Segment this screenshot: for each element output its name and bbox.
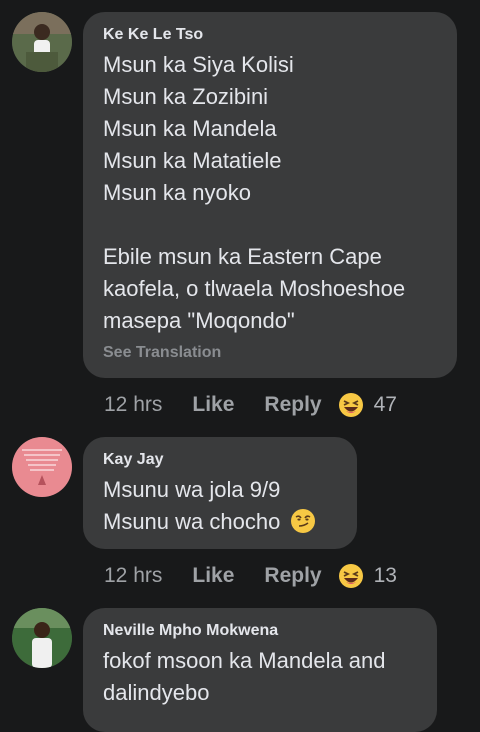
- reaction-count[interactable]: 47: [374, 393, 397, 417]
- comment-line: masepa "Moqondo": [103, 308, 295, 333]
- comment-line: kaofela, o tlwaela Moshoeshoe: [103, 276, 406, 301]
- comment-bubble: Ke Ke Le Tso Msun ka Siya Kolisi Msun ka…: [83, 12, 457, 378]
- comment-line: Msunu wa chocho: [103, 509, 281, 534]
- profile-photo: [12, 437, 72, 497]
- smirk-emoji-icon: [291, 509, 316, 534]
- avatar[interactable]: [12, 12, 72, 72]
- comment-author[interactable]: Neville Mpho Mokwena: [103, 621, 417, 641]
- profile-photo: [12, 608, 72, 668]
- comment-line: Msun ka Siya Kolisi: [103, 52, 294, 77]
- like-button[interactable]: Like: [192, 564, 234, 588]
- comment-line: fokof msoon ka Mandela and: [103, 648, 386, 673]
- comment-author[interactable]: Kay Jay: [103, 450, 337, 470]
- like-button[interactable]: Like: [192, 393, 234, 417]
- profile-photo: [12, 12, 72, 72]
- comment-line: Msun ka Matatiele: [103, 148, 282, 173]
- comment-line: Msun ka Mandela: [103, 116, 277, 141]
- comment-line: Msun ka nyoko: [103, 180, 251, 205]
- avatar[interactable]: [12, 437, 72, 497]
- comment-bubble: Kay Jay Msunu wa jola 9/9 Msunu wa choch…: [83, 437, 357, 549]
- see-translation-link[interactable]: See Translation: [103, 343, 437, 363]
- avatar[interactable]: [12, 608, 72, 668]
- comment-actions: 12 hrs Like Reply 13: [104, 561, 397, 591]
- comment-actions: 12 hrs Like Reply 47: [104, 390, 397, 420]
- comment-line: Ebile msun ka Eastern Cape: [103, 244, 382, 269]
- comment-timestamp[interactable]: 12 hrs: [104, 393, 162, 417]
- comment-line: Msun ka Zozibini: [103, 84, 269, 109]
- laughing-emoji-icon[interactable]: [338, 563, 364, 589]
- comment-line: Msunu wa jola 9/9: [103, 477, 281, 502]
- reply-button[interactable]: Reply: [264, 393, 321, 417]
- comment-line-with-emoji: Msunu wa chocho: [103, 506, 337, 538]
- comment-author[interactable]: Ke Ke Le Tso: [103, 25, 437, 45]
- comment-bubble: Neville Mpho Mokwena fokof msoon ka Mand…: [83, 608, 437, 732]
- comment-timestamp[interactable]: 12 hrs: [104, 564, 162, 588]
- reply-button[interactable]: Reply: [264, 564, 321, 588]
- comment-line: dalindyebo: [103, 680, 210, 705]
- reaction-count[interactable]: 13: [374, 564, 397, 588]
- laughing-emoji-icon[interactable]: [338, 392, 364, 418]
